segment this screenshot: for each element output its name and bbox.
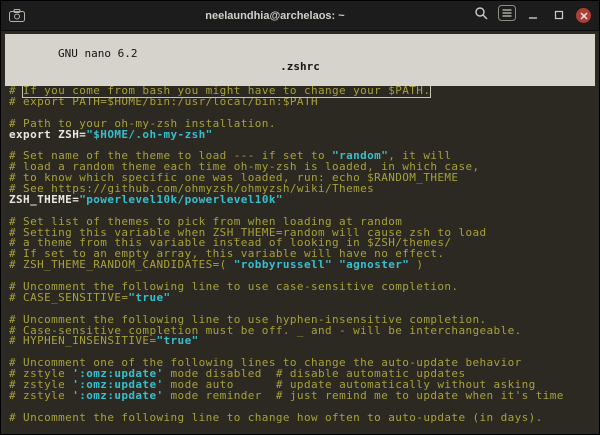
editor-line: # export PATH=$HOME/bin:/usr/local/bin:$… xyxy=(9,94,318,108)
maximize-icon xyxy=(554,7,564,25)
close-icon xyxy=(580,7,588,25)
editor-line: # zstyle ':omz:update' mode reminder # j… xyxy=(9,388,564,402)
menu-button[interactable] xyxy=(498,5,516,26)
nano-status-line: [ Read 101 lines ] xyxy=(5,424,595,434)
hamburger-menu-icon xyxy=(498,5,516,26)
close-button[interactable] xyxy=(576,8,591,23)
editor-line: ZSH_THEME="powerlevel10k/powerlevel10k" xyxy=(9,192,283,206)
window-controls xyxy=(472,5,591,26)
editor-line: # Uncomment the following line to change… xyxy=(9,410,543,424)
search-button[interactable] xyxy=(472,7,490,25)
minimize-button[interactable] xyxy=(524,7,542,25)
terminal-window: neelaundhia@archelaos: ~ GNU nano 6.2 .z… xyxy=(0,0,600,435)
editor-line: # CASE_SENSITIVE="true" xyxy=(9,290,171,304)
editor-line: # ZSH_THEME_RANDOM_CANDIDATES=( "robbyru… xyxy=(9,258,424,272)
editor-lines: # If you come from bash you might have t… xyxy=(5,86,595,424)
maximize-button[interactable] xyxy=(550,7,568,25)
editor-line: # HYPHEN_INSENSITIVE="true" xyxy=(9,334,199,348)
terminal-screen[interactable]: GNU nano 6.2 .zshrc # If you come from b… xyxy=(1,31,599,434)
window-titlebar: neelaundhia@archelaos: ~ xyxy=(1,1,599,31)
editor-line: export ZSH="$HOME/.oh-my-zsh" xyxy=(9,127,213,141)
minimize-icon xyxy=(528,7,538,25)
window-title: neelaundhia@archelaos: ~ xyxy=(205,9,345,22)
search-icon xyxy=(474,6,488,25)
nano-titlebar: GNU nano 6.2 .zshrc xyxy=(5,34,595,86)
nano-version-label: GNU nano 6.2 xyxy=(44,47,138,60)
terminal-app-icon xyxy=(9,9,25,22)
nano-filename: .zshrc xyxy=(280,60,320,73)
